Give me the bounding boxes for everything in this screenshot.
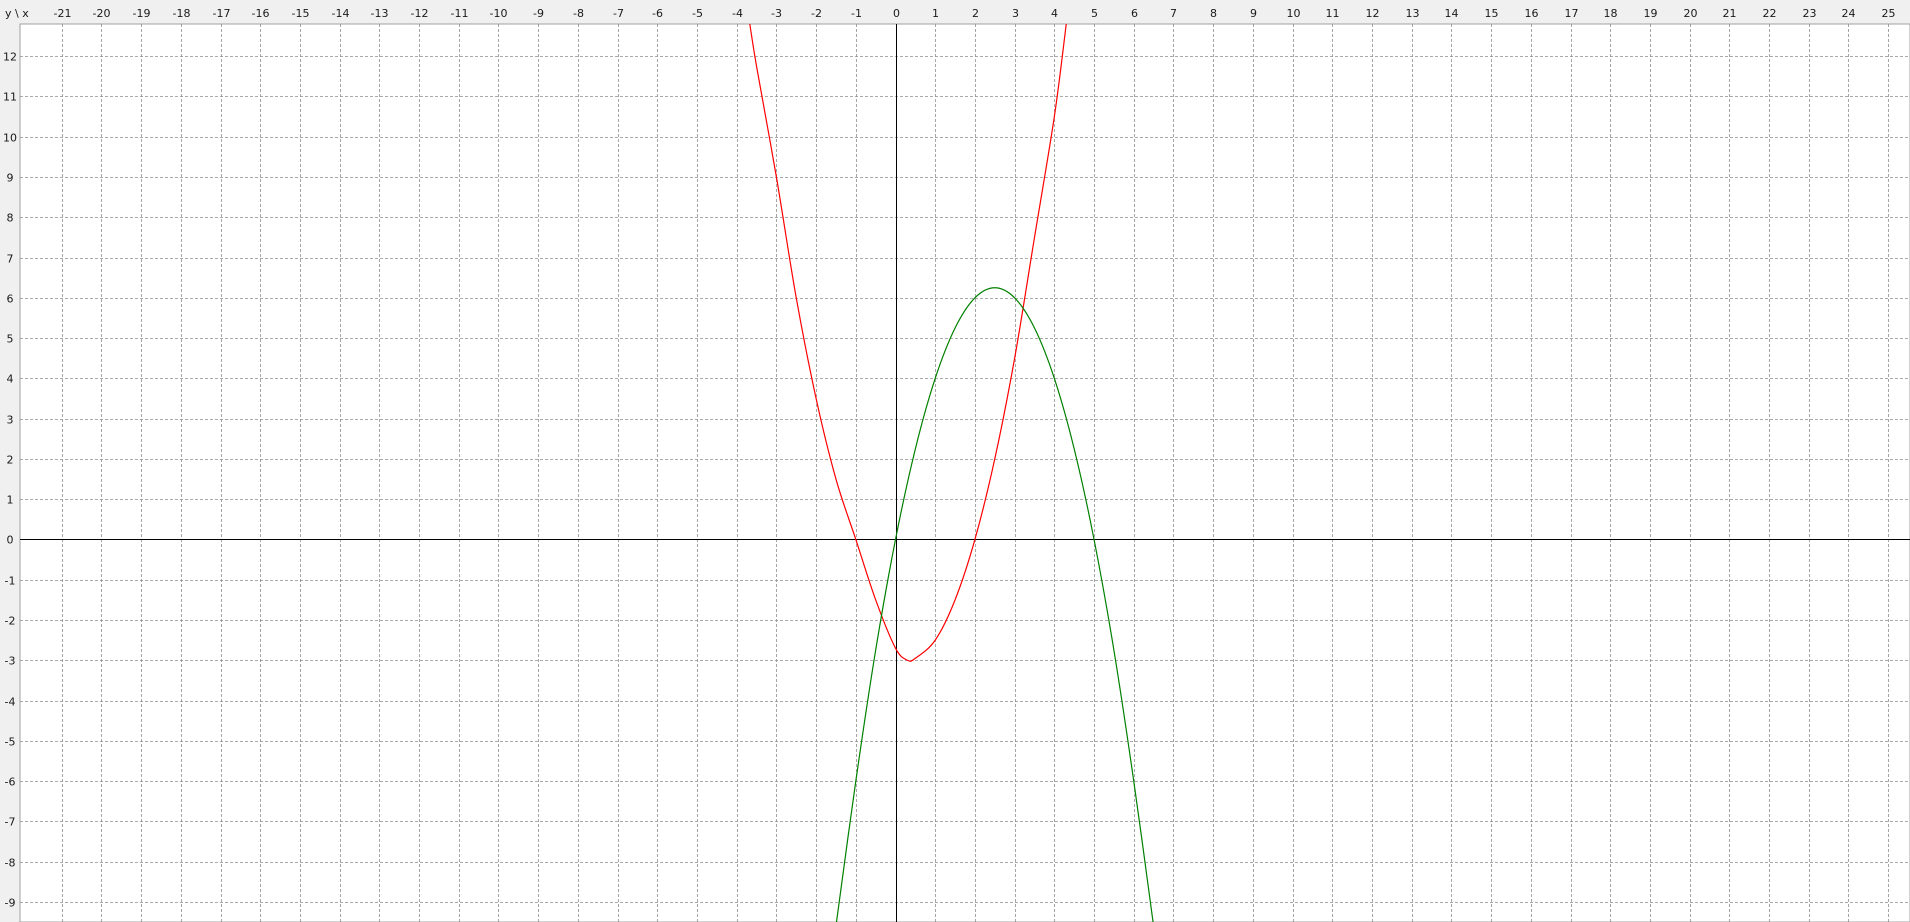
y-tick-label: -1 [5,575,16,588]
x-tick-label: 2 [972,7,979,20]
y-tick-label: -2 [5,615,16,628]
x-tick-label: -10 [490,7,508,20]
plot-window: -21 -20 -19 -18 -17 -16 -15 -14 -13 -12 -11 -10 -9 -8… [0,0,1910,922]
x-tick-label: 24 [1842,7,1856,20]
x-tick-label: -12 [411,7,429,20]
y-tick-label: -4 [5,696,16,709]
x-tick-label: -6 [652,7,663,20]
y-tick-label: -6 [5,776,16,789]
x-tick-label: 12 [1366,7,1380,20]
x-tick-label: -7 [613,7,624,20]
y-tick-label: -8 [5,857,16,870]
x-tick-label: 13 [1406,7,1420,20]
y-tick-label: -9 [5,897,16,910]
x-tick-label: 18 [1604,7,1618,20]
x-tick-label: -9 [533,7,544,20]
x-tick-label: 4 [1051,7,1058,20]
graph-canvas[interactable]: -21 -20 -19 -18 -17 -16 -15 -14 -13 -12 -11 -10 -9 -8… [0,0,1910,922]
x-tick-label: 5 [1091,7,1098,20]
y-tick-label: 0 [7,534,14,547]
x-tick-label: 8 [1210,7,1217,20]
x-tick-label: -21 [54,7,72,20]
y-tick-label: 11 [3,91,17,104]
x-tick-label: 6 [1131,7,1138,20]
axes-corner-label: y \ x [5,7,29,20]
y-tick-label: 10 [3,132,17,145]
x-tick-label: -1 [851,7,862,20]
y-tick-label: -7 [5,816,16,829]
x-tick-label: -14 [332,7,350,20]
x-tick-label: -4 [732,7,743,20]
x-tick-label: -11 [451,7,469,20]
x-tick-label: 25 [1882,7,1896,20]
y-tick-label: 7 [7,253,14,266]
y-tick-label: 8 [7,212,14,225]
x-tick-label: -5 [692,7,703,20]
x-tick-label: 1 [932,7,939,20]
x-tick-label: -15 [292,7,310,20]
plot-area[interactable] [19,23,1910,922]
y-tick-label: 3 [7,414,14,427]
y-tick-label: 6 [7,293,14,306]
x-tick-label: -19 [133,7,151,20]
y-tick-label: 2 [7,454,14,467]
x-tick-label: -2 [811,7,822,20]
x-tick-label: -16 [252,7,270,20]
x-tick-label: 22 [1763,7,1777,20]
y-tick-label: 5 [7,333,14,346]
x-tick-labels: -21 -20 -19 -18 -17 -16 -15 -14 -13 -12 -11 -10 -9 -8… [54,7,1896,20]
y-tick-label: -5 [5,736,16,749]
x-tick-label: 7 [1170,7,1177,20]
x-tick-label: 19 [1644,7,1658,20]
y-tick-label: 12 [3,51,17,64]
x-tick-label: 15 [1485,7,1499,20]
y-tick-labels: 1211109876543210-1-2-3-4-5-6-7-8-9 [3,51,17,910]
x-tick-label: 23 [1803,7,1817,20]
y-tick-label: 4 [7,373,14,386]
y-tick-label: -3 [5,655,16,668]
x-tick-label: 11 [1326,7,1340,20]
x-tick-label: -3 [771,7,782,20]
x-tick-label: -13 [371,7,389,20]
y-tick-label: 9 [7,172,14,185]
x-tick-label: 16 [1525,7,1539,20]
x-tick-label: 10 [1287,7,1301,20]
x-tick-label: 9 [1250,7,1257,20]
x-tick-label: -20 [93,7,111,20]
x-tick-label: 17 [1565,7,1579,20]
x-tick-label: 3 [1012,7,1019,20]
y-tick-label: 1 [7,494,14,507]
x-tick-label: -17 [213,7,231,20]
x-tick-label: -8 [573,7,584,20]
x-tick-label: 14 [1445,7,1459,20]
x-tick-label: 0 [893,7,900,20]
x-tick-label: 21 [1723,7,1737,20]
x-tick-label: 20 [1684,7,1698,20]
x-tick-label: -18 [173,7,191,20]
